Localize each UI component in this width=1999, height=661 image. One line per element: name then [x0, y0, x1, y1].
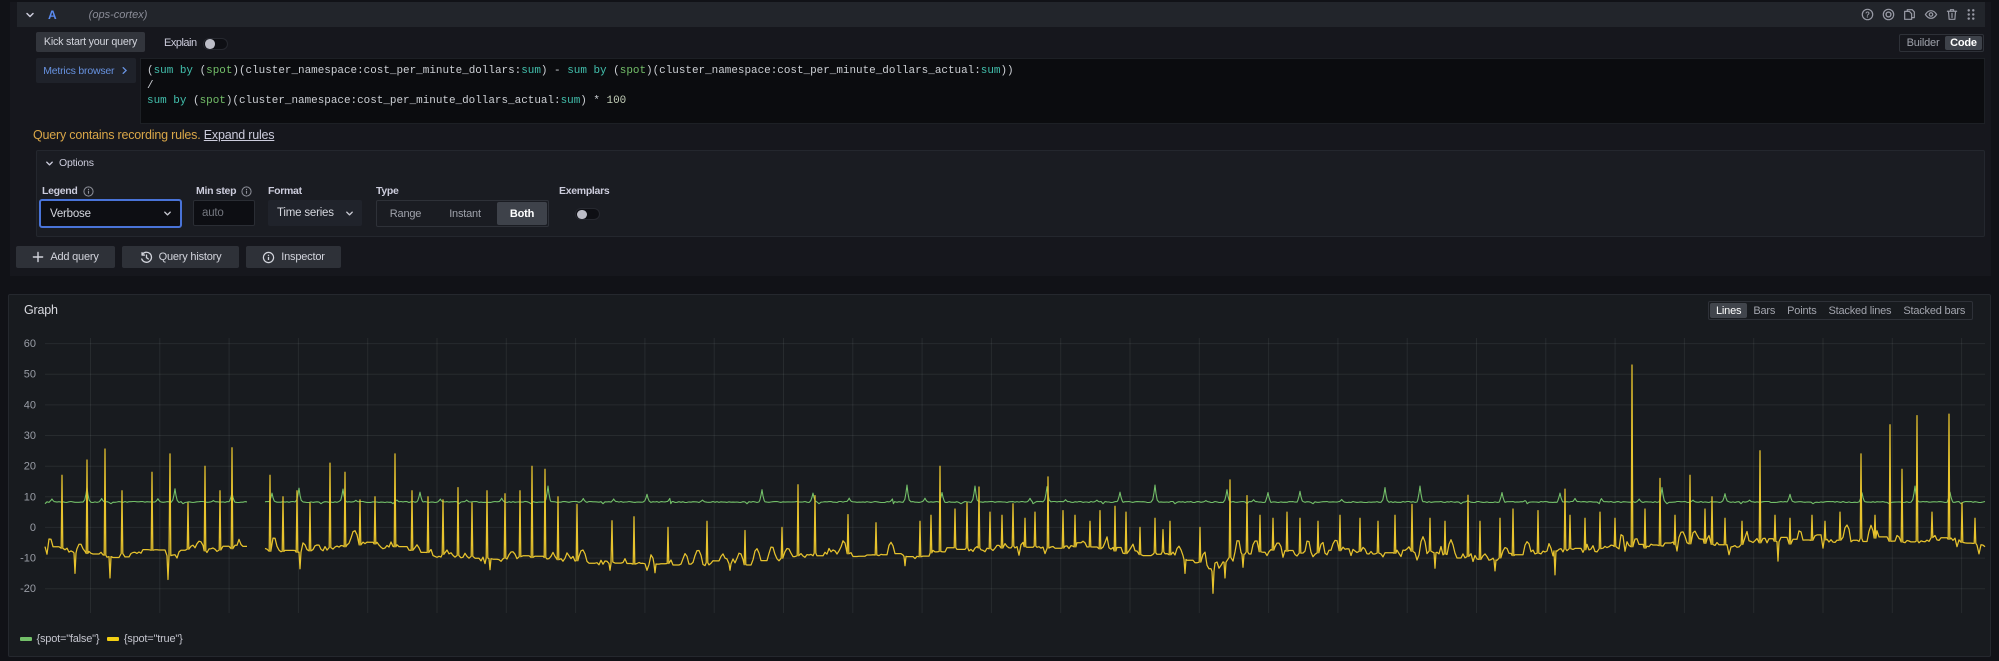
svg-text:50: 50	[24, 369, 36, 381]
svg-text:30: 30	[24, 430, 36, 442]
svg-text:-20: -20	[20, 583, 36, 595]
svg-text:-10: -10	[20, 553, 36, 565]
svg-text:40: 40	[24, 399, 36, 411]
svg-text:?: ?	[1865, 10, 1870, 19]
svg-text:60: 60	[24, 338, 36, 350]
svg-text:0: 0	[30, 522, 36, 534]
svg-text:10: 10	[24, 491, 36, 503]
svg-text:20: 20	[24, 461, 36, 473]
